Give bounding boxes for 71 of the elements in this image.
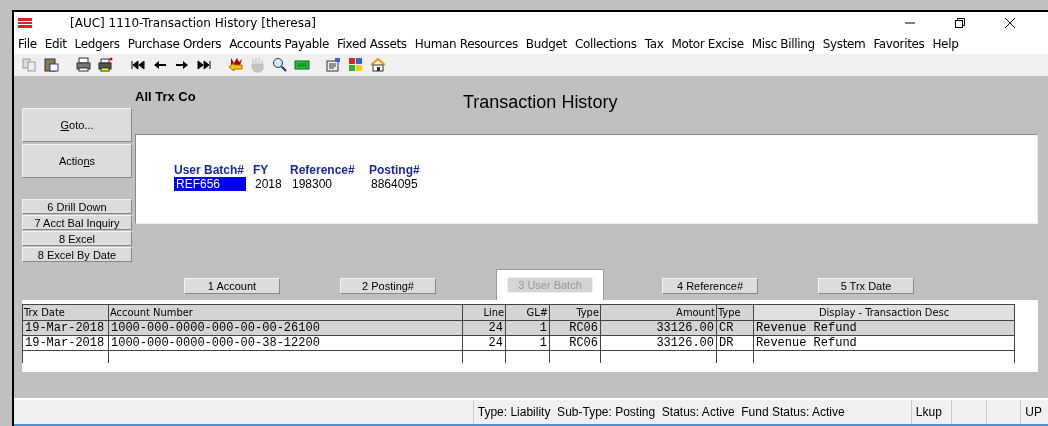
sort-tab[interactable]: 4 Reference# (662, 278, 758, 294)
field-label: User Batch# (174, 163, 246, 177)
menu-item[interactable]: Budget (525, 37, 567, 51)
printer-icon[interactable] (76, 57, 92, 73)
field-label: Reference# (290, 163, 356, 177)
menu-item[interactable]: System (822, 37, 866, 51)
sort-tab[interactable]: 1 Account (184, 278, 280, 294)
status-text: UP (1024, 404, 1043, 421)
first-record-icon[interactable] (130, 57, 146, 73)
status-text: Lkup (911, 400, 953, 424)
column-header: Account Number (108, 304, 463, 321)
sort-tab[interactable]: 2 Posting# (340, 278, 436, 294)
menu-item[interactable]: Tax (644, 37, 664, 51)
restore-icon[interactable] (954, 17, 966, 29)
menu-item[interactable]: File (18, 37, 37, 51)
clipboard-icon[interactable] (44, 57, 60, 73)
menu-item[interactable]: Accounts Payable (229, 37, 329, 51)
sort-tab[interactable]: 5 Trx Date (818, 278, 914, 294)
table-cell: RC06 (549, 335, 601, 351)
table-cell: 1000-000-0000-000-00-38-12200 (108, 335, 463, 351)
side-button[interactable]: 8 Excel By Date (22, 247, 132, 262)
home-icon[interactable] (370, 57, 386, 73)
company-name: All Trx Co (135, 88, 197, 104)
printer-icon[interactable] (98, 57, 114, 73)
menu-item[interactable]: Help (932, 37, 959, 51)
table-cell: 24 (462, 335, 506, 351)
table-cell: 19-Mar-2018 (22, 335, 109, 351)
side-button[interactable]: 6 Drill Down (22, 199, 132, 214)
menu-item[interactable]: Purchase Orders (127, 37, 222, 51)
last-record-icon[interactable] (196, 57, 212, 73)
field-label: Posting# (369, 163, 421, 177)
column-header: GL# (505, 304, 550, 321)
column-header: Trx Date (22, 304, 109, 321)
menu-item[interactable]: Favorites (873, 37, 925, 51)
table-row[interactable]: 19-Mar-2018 1000-000-0000-000-00-00-26100 24 1 RC06 33126.00 CR Revenue Refund (22, 320, 1015, 336)
menu-item[interactable]: Collections (574, 37, 637, 51)
field-value[interactable]: 2018 (253, 177, 289, 191)
close-icon[interactable] (1004, 17, 1016, 29)
menu-item[interactable]: Human Resources (414, 37, 518, 51)
window-title: [AUC] 1110-Transaction History [theresa] (70, 16, 316, 30)
table-cell: Revenue Refund (753, 335, 1015, 351)
exit-arrow-icon[interactable] (228, 57, 244, 73)
field-label: FY (253, 163, 270, 177)
side-button[interactable]: 7 Acct Bal Inquiry (22, 215, 132, 230)
menu-item[interactable]: Ledgers (74, 37, 120, 51)
status-text: Type: Liability Sub-Type: Posting Status: Active Fund Status: Active (473, 400, 912, 424)
page-title: Transaction History (463, 91, 618, 113)
menu-item[interactable]: Fixed Assets (336, 37, 407, 51)
search-icon[interactable] (272, 57, 288, 73)
screen-icon[interactable] (294, 57, 310, 73)
column-header[interactable]: Display - Transaction Desc (753, 304, 1015, 321)
menu-item[interactable]: Edit (44, 37, 67, 51)
table-cell: 1 (505, 335, 550, 351)
field-value[interactable]: 8864095 (369, 177, 1037, 191)
menu-item[interactable]: Misc Billing (751, 37, 815, 51)
side-button[interactable]: Actions (22, 144, 132, 178)
menu-item[interactable]: Motor Excise (671, 37, 744, 51)
side-button[interactable]: Goto... (22, 108, 132, 142)
column-header: Type (549, 304, 601, 321)
app-logo-icon (18, 18, 32, 28)
column-header: Line (462, 304, 506, 321)
color-squares-icon[interactable] (348, 57, 364, 73)
table-cell: DR (716, 335, 754, 351)
column-header: Type (716, 304, 754, 321)
table-cell: 33126.00 (600, 335, 717, 351)
properties-icon[interactable] (326, 57, 342, 73)
side-button[interactable]: 8 Excel (22, 231, 132, 246)
field-value[interactable]: 198300 (290, 177, 368, 191)
column-header: Amount (600, 304, 717, 321)
table-row[interactable]: 19-Mar-2018 1000-000-0000-000-00-38-12200 24 1 RC06 33126.00 DR Revenue Refund (22, 335, 1015, 351)
field-value[interactable]: REF656 (174, 177, 246, 191)
